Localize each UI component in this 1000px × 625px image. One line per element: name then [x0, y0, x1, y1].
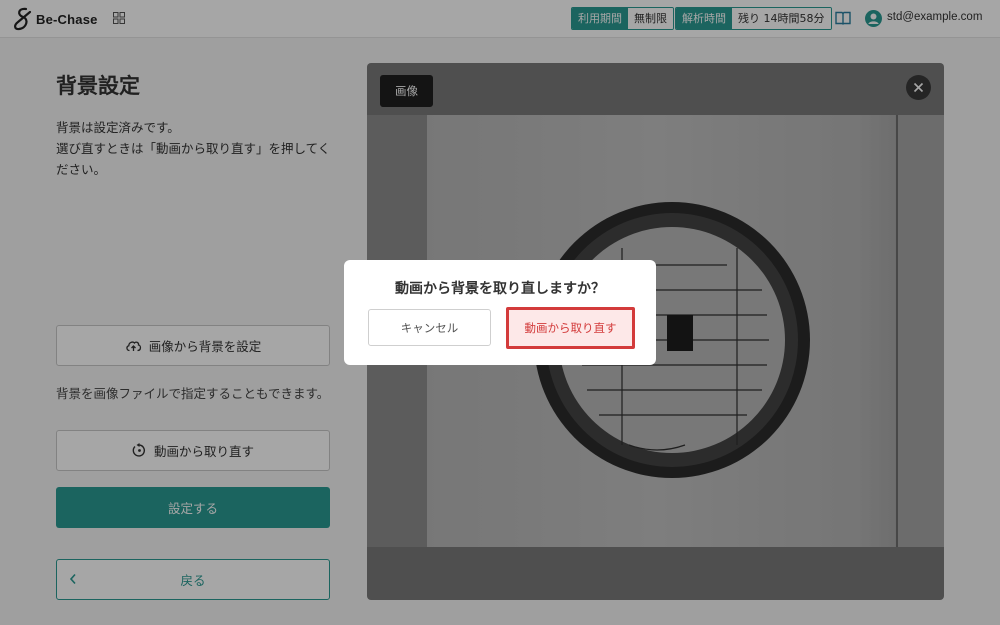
cancel-button[interactable]: キャンセル [368, 309, 491, 346]
dialog-title: 動画から背景を取り直しますか？ [395, 281, 605, 297]
retake-confirm-dialog: 動画から背景を取り直しますか？ キャンセル 動画から取り直す [344, 260, 656, 365]
confirm-retake-button[interactable]: 動画から取り直す [506, 307, 635, 349]
